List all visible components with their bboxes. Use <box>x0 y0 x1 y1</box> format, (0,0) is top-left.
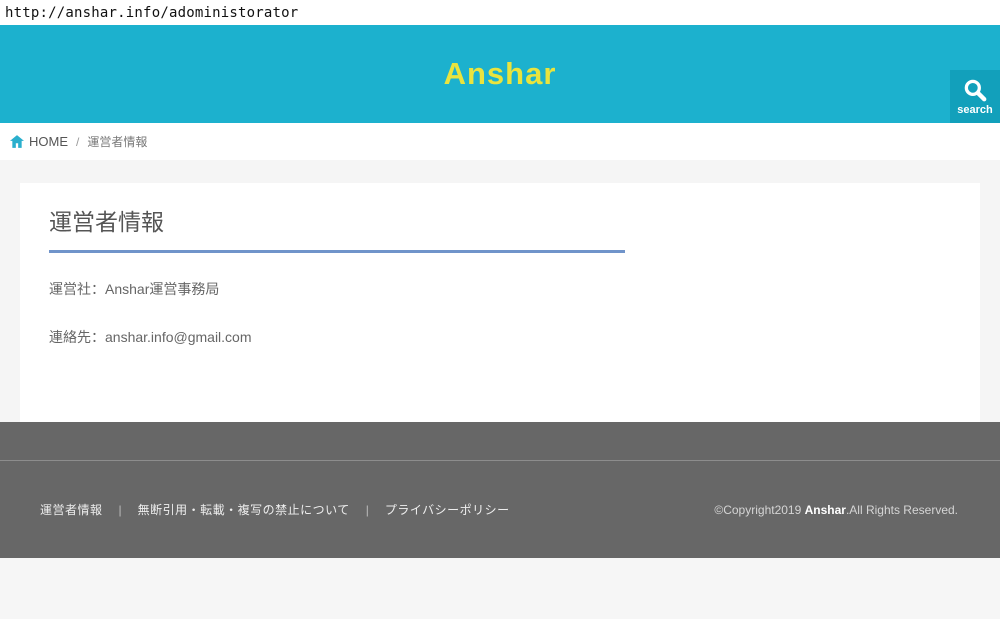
breadcrumb: HOME / 運営者情報 <box>0 123 1000 160</box>
footer-link-operator-info[interactable]: 運営者情報 <box>40 501 103 518</box>
footer-top-strip <box>0 422 1000 461</box>
site-footer: 運営者情報 | 無断引用・転載・複写の禁止について | プライバシーポリシー ©… <box>0 422 1000 558</box>
content-card: 運営者情報 運営社：Anshar運営事務局 連絡先：anshar.info@gm… <box>20 183 980 422</box>
copyright-brand: Anshar <box>805 503 846 517</box>
search-icon <box>962 77 988 103</box>
page-background: 運営者情報 運営社：Anshar運営事務局 連絡先：anshar.info@gm… <box>0 160 1000 422</box>
copyright-notice: ©Copyright2019 Anshar.All Rights Reserve… <box>714 503 958 517</box>
search-button[interactable]: search <box>950 70 1000 123</box>
browser-url-bar[interactable]: http://anshar.info/adoministorator <box>0 0 1000 25</box>
page-bottom-strip <box>0 558 1000 619</box>
search-button-label: search <box>957 104 992 116</box>
site-logo[interactable]: Anshar <box>0 56 1000 92</box>
contact-info-line: 連絡先：anshar.info@gmail.com <box>49 327 950 347</box>
page-title: 運営者情報 <box>49 203 625 253</box>
url-text: http://anshar.info/adoministorator <box>5 5 298 21</box>
operator-info-line: 運営社：Anshar運営事務局 <box>49 279 950 299</box>
footer-link-separator: | <box>366 503 369 517</box>
breadcrumb-current-page: 運営者情報 <box>87 133 147 150</box>
footer-link-no-reproduction[interactable]: 無断引用・転載・複写の禁止について <box>138 501 350 518</box>
home-icon <box>10 135 24 148</box>
footer-link-privacy-policy[interactable]: プライバシーポリシー <box>385 501 510 518</box>
footer-link-separator: | <box>119 503 122 517</box>
site-header: Anshar search <box>0 25 1000 123</box>
copyright-suffix: .All Rights Reserved. <box>846 503 958 517</box>
footer-nav: 運営者情報 | 無断引用・転載・複写の禁止について | プライバシーポリシー <box>40 501 510 518</box>
copyright-prefix: ©Copyright2019 <box>714 503 804 517</box>
breadcrumb-home-link[interactable]: HOME <box>10 134 68 149</box>
breadcrumb-separator: / <box>76 135 79 149</box>
footer-main: 運営者情報 | 無断引用・転載・複写の禁止について | プライバシーポリシー ©… <box>0 461 1000 558</box>
breadcrumb-home-label: HOME <box>29 134 68 149</box>
